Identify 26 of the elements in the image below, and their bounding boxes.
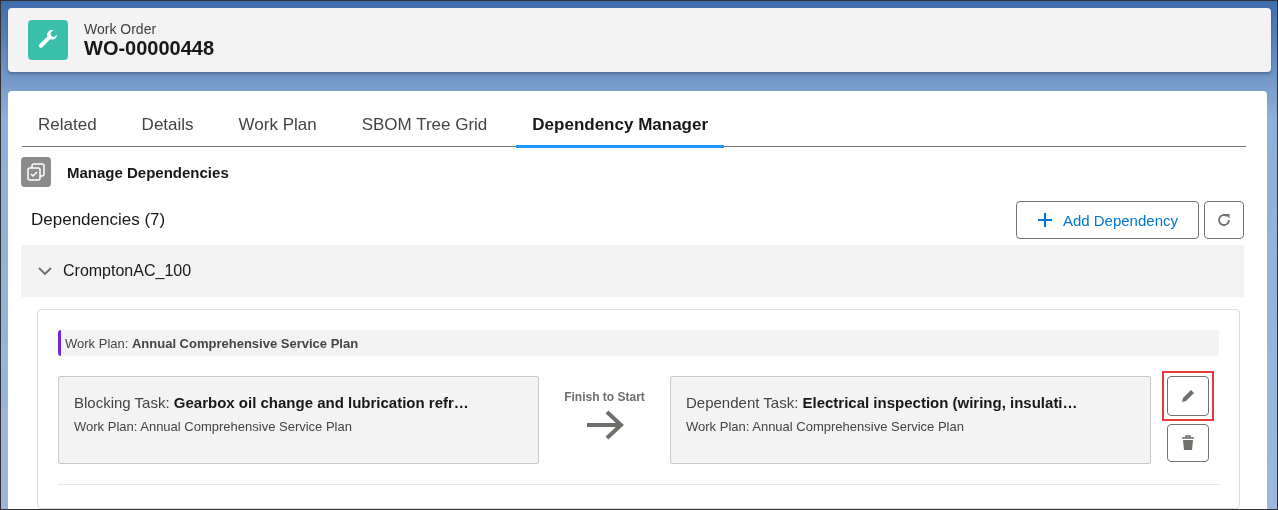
refresh-button[interactable] [1204, 201, 1244, 239]
tab[interactable]: SBOM Tree Grid [345, 101, 504, 148]
dependencies-heading: Dependencies (7) [31, 210, 166, 230]
delete-button[interactable] [1167, 424, 1209, 462]
section-title: Manage Dependencies [67, 163, 229, 181]
blocking-task-plan: Work Plan: Annual Comprehensive Service Plan [74, 419, 353, 434]
checklist-icon [21, 157, 51, 187]
arrow-right-icon [584, 410, 625, 440]
add-dependency-button[interactable]: Add Dependency [1015, 201, 1199, 239]
wrench-icon [28, 20, 68, 60]
trash-icon [1181, 435, 1195, 451]
tab[interactable]: Dependency Manager [516, 101, 725, 148]
tab[interactable]: Related [22, 101, 113, 148]
dependent-task-name: Dependent Task: Electrical inspection (wiring, insulati… [686, 393, 1078, 413]
pencil-icon [1180, 388, 1196, 404]
tab[interactable]: Work Plan [222, 101, 333, 148]
relation-type: Finish to Start [564, 390, 645, 404]
accordion-header[interactable]: CromptonAC_100 [21, 245, 1244, 297]
tab[interactable]: Details [125, 101, 210, 148]
plus-icon [1036, 212, 1053, 228]
record-type-label: Work Order [84, 20, 158, 37]
refresh-icon [1216, 212, 1232, 228]
work-plan-label: Work Plan: Annual Comprehensive Service Plan [58, 330, 1219, 356]
record-title: WO-00000448 [84, 36, 215, 60]
dependent-task-plan: Work Plan: Annual Comprehensive Service Plan [686, 419, 965, 434]
blocking-task-name: Blocking Task: Gearbox oil change and lubrication refr… [74, 393, 469, 413]
